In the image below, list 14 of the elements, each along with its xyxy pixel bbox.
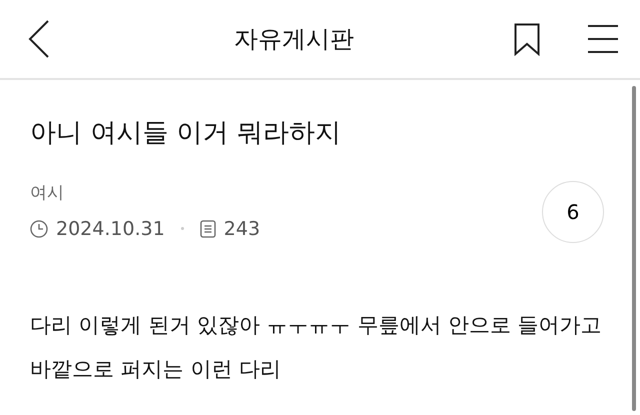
menu-icon[interactable] [588,25,618,53]
comment-count-button[interactable]: 6 [542,181,604,244]
bookmark-icon[interactable] [514,22,540,56]
document-icon [200,220,216,238]
clock-icon [30,220,48,238]
separator-dot [180,227,184,230]
view-count: 243 [224,216,260,242]
scrollbar[interactable] [632,86,636,411]
post-title: 아니 여시들 이거 뭐라하지 [30,118,342,150]
back-icon[interactable] [28,20,50,58]
post-date: 2024.10.31 [56,216,165,242]
post-body: 다리 이렇게 된거 있잖아 ㅠㅜㅠㅜ 무릎에서 안으로 들어가고 바깥으로 퍼지는 이런 다리 [30,312,603,384]
page-title: 자유게시판 [234,24,354,55]
author-name: 여시 [30,182,65,206]
